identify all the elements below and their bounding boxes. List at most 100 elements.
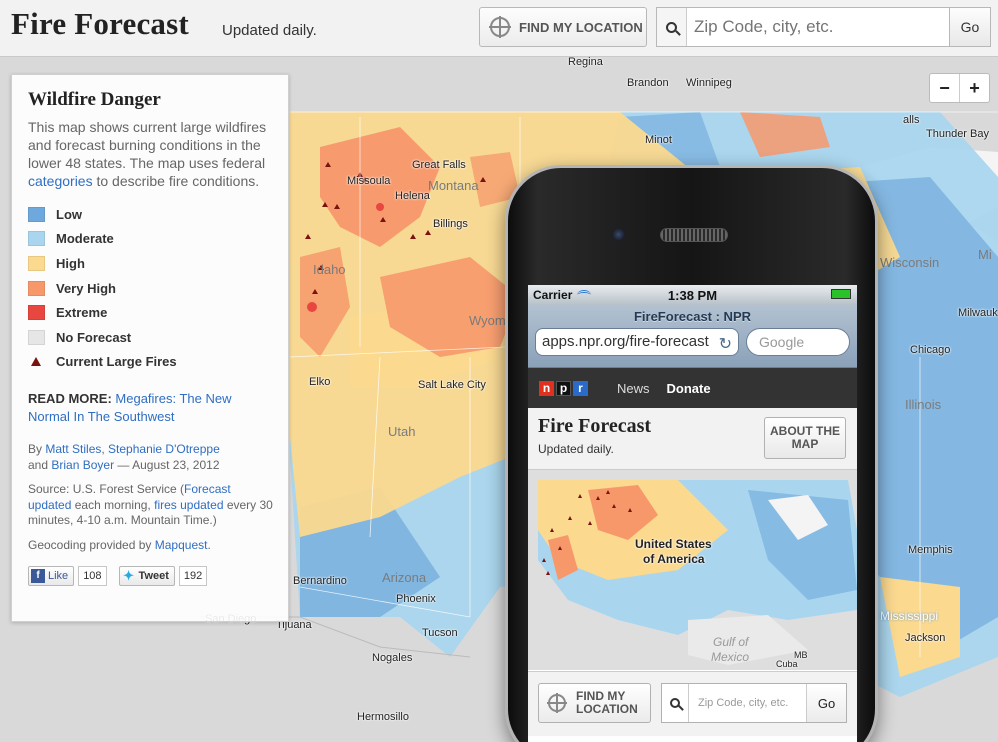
map-label-bernardino: Bernardino xyxy=(293,575,347,587)
google-search-field[interactable]: Google xyxy=(746,328,850,356)
phone-map-label-gulf-1: Gulf of xyxy=(713,635,749,649)
map-label-utah: Utah xyxy=(388,424,416,439)
map-label-memphis: Memphis xyxy=(908,544,953,556)
about-the-map-button[interactable]: ABOUT THE MAP xyxy=(764,417,846,459)
map-label-mississippi: Mississippi xyxy=(880,609,939,623)
phone-map-label-gulf-2: Mexico xyxy=(711,650,750,664)
map-label-elko: Elko xyxy=(309,376,331,388)
phone-fire-map[interactable]: United States of America Gulf of Mexico … xyxy=(528,470,857,670)
map-label-billings: Billings xyxy=(433,218,468,230)
map-label-tucson: Tucson xyxy=(422,627,458,639)
map-label-jackson: Jackson xyxy=(905,632,946,644)
phone-search-input[interactable]: Zip Code, city, etc. xyxy=(689,697,807,709)
map-label-mi: Mi xyxy=(978,247,992,262)
find-my-location-button[interactable]: FIND MY LOCATION xyxy=(479,7,647,47)
phone-map-label-usa-2: of America xyxy=(643,552,705,566)
author-link-matt-stiles[interactable]: Matt Stiles xyxy=(45,442,101,456)
npr-logo-r: r xyxy=(573,380,588,396)
fires-updated-link[interactable]: fires updated xyxy=(154,498,223,512)
byline-and: and xyxy=(28,458,49,473)
like-count: 108 xyxy=(78,565,107,586)
mapquest-link[interactable]: Mapquest xyxy=(155,538,208,552)
legend-label: Extreme xyxy=(56,305,108,321)
page-subtitle: Updated daily. xyxy=(222,22,317,39)
map-label-regina: Regina xyxy=(568,57,603,68)
map-label-idaho: Idaho xyxy=(313,262,346,277)
panel-title: Wildfire Danger xyxy=(28,89,161,110)
legend-swatch xyxy=(28,280,45,296)
legend-row: Low xyxy=(28,202,273,227)
safari-toolbar: FireForecast : NPR apps.npr.org/fire-for… xyxy=(528,305,857,368)
zoom-in-button[interactable]: + xyxy=(960,74,989,102)
phone-app-header: Fire Forecast Updated daily. ABOUT THE M… xyxy=(528,408,857,470)
categories-link[interactable]: categories xyxy=(28,173,93,189)
zoom-control: − + xyxy=(929,73,990,103)
legend-swatch xyxy=(28,206,45,222)
wildfire-danger-panel: Wildfire Danger This map shows current l… xyxy=(11,74,289,622)
map-label-winnipeg: Winnipeg xyxy=(686,77,732,89)
source-mid: each morning, xyxy=(71,497,155,512)
author-link-brian-boyer[interactable]: Brian Boyer xyxy=(51,458,114,472)
map-label-montana: Montana xyxy=(428,178,479,193)
phone-screen: Carrier 1:38 PM FireForecast : NPR apps.… xyxy=(528,285,857,742)
phone-find-my-location-button[interactable]: FIND MY LOCATION xyxy=(538,683,651,723)
tweet-count: 192 xyxy=(178,565,208,586)
browser-url-bar[interactable]: apps.npr.org/fire-forecast ↻ xyxy=(535,328,739,356)
source-note: Source: U.S. Forest Service (Forecast up… xyxy=(28,482,273,529)
speaker-grille xyxy=(660,228,728,242)
nav-donate-link[interactable]: Donate xyxy=(667,381,711,396)
zoom-out-button[interactable]: − xyxy=(930,74,960,102)
npr-logo-p: p xyxy=(556,380,571,396)
app-header: Fire Forecast Updated daily. FIND MY LOC… xyxy=(0,0,998,57)
legend-row-fires: Current Large Fires xyxy=(28,350,273,375)
map-label-falls: alls xyxy=(903,114,920,126)
twitter-bird-icon: ✦ xyxy=(123,567,134,583)
legend-swatch xyxy=(28,231,45,247)
legend-swatch xyxy=(28,329,45,345)
legend-row: Moderate xyxy=(28,227,273,252)
legend-swatch xyxy=(28,305,45,321)
map-label-thunder-bay: Thunder Bay xyxy=(926,128,989,140)
npr-nav-bar: n p r News Donate xyxy=(528,368,857,408)
map-label-phoenix: Phoenix xyxy=(396,593,436,605)
tweet-button[interactable]: ✦ Tweet xyxy=(118,565,175,586)
crosshair-icon xyxy=(547,693,567,713)
facebook-icon: f xyxy=(31,568,45,583)
map-label-chicago: Chicago xyxy=(910,344,951,356)
map-label-nogales: Nogales xyxy=(372,652,413,664)
camera-icon xyxy=(612,228,625,241)
legend-label-fires: Current Large Fires xyxy=(56,354,177,370)
geocoding-note: Geocoding provided by Mapquest. xyxy=(28,538,273,552)
phone-map-label-mb: MB xyxy=(794,650,808,660)
publish-date: — August 23, 2012 xyxy=(117,458,220,473)
legend-label: High xyxy=(56,255,85,271)
status-time: 1:38 PM xyxy=(667,287,718,303)
map-label-arizona: Arizona xyxy=(382,570,427,585)
read-more: READ MORE: Megafires: The New Normal In … xyxy=(28,390,273,426)
panel-description: This map shows current large wildfires a… xyxy=(28,118,273,190)
battery-icon xyxy=(831,289,851,299)
phone-app-title: Fire Forecast xyxy=(538,415,652,437)
phone-app-subtitle: Updated daily. xyxy=(538,442,614,456)
legend-label: Very High xyxy=(56,280,116,296)
location-search-input[interactable] xyxy=(687,9,942,45)
map-label-wisconsin: Wisconsin xyxy=(880,255,940,270)
crosshair-icon xyxy=(489,16,511,38)
legend-label: Low xyxy=(56,206,82,222)
browser-page-title: FireForecast : NPR xyxy=(633,309,752,324)
author-link-stephanie-dotreppe[interactable]: Stephanie D'Otreppe xyxy=(108,442,220,456)
npr-logo[interactable]: n p r xyxy=(539,380,590,396)
reload-icon[interactable]: ↻ xyxy=(715,334,732,354)
location-search xyxy=(656,7,950,47)
map-label-illinois: Illinois xyxy=(905,397,942,412)
geo-prefix: Geocoding provided by xyxy=(28,537,155,552)
map-label-wyoming: Wyom xyxy=(469,313,506,328)
phone-go-button[interactable]: Go xyxy=(806,684,846,722)
nav-news-link[interactable]: News xyxy=(617,381,650,396)
facebook-like-button[interactable]: f Like xyxy=(28,565,75,586)
legend-row: Extreme xyxy=(28,300,273,325)
iphone-mockup: Carrier 1:38 PM FireForecast : NPR apps.… xyxy=(505,165,878,742)
legend: Low Moderate High Very High Extreme No Foreca… xyxy=(28,202,273,350)
map-label-missoula: Missoula xyxy=(347,175,391,187)
go-button[interactable]: Go xyxy=(950,7,991,47)
